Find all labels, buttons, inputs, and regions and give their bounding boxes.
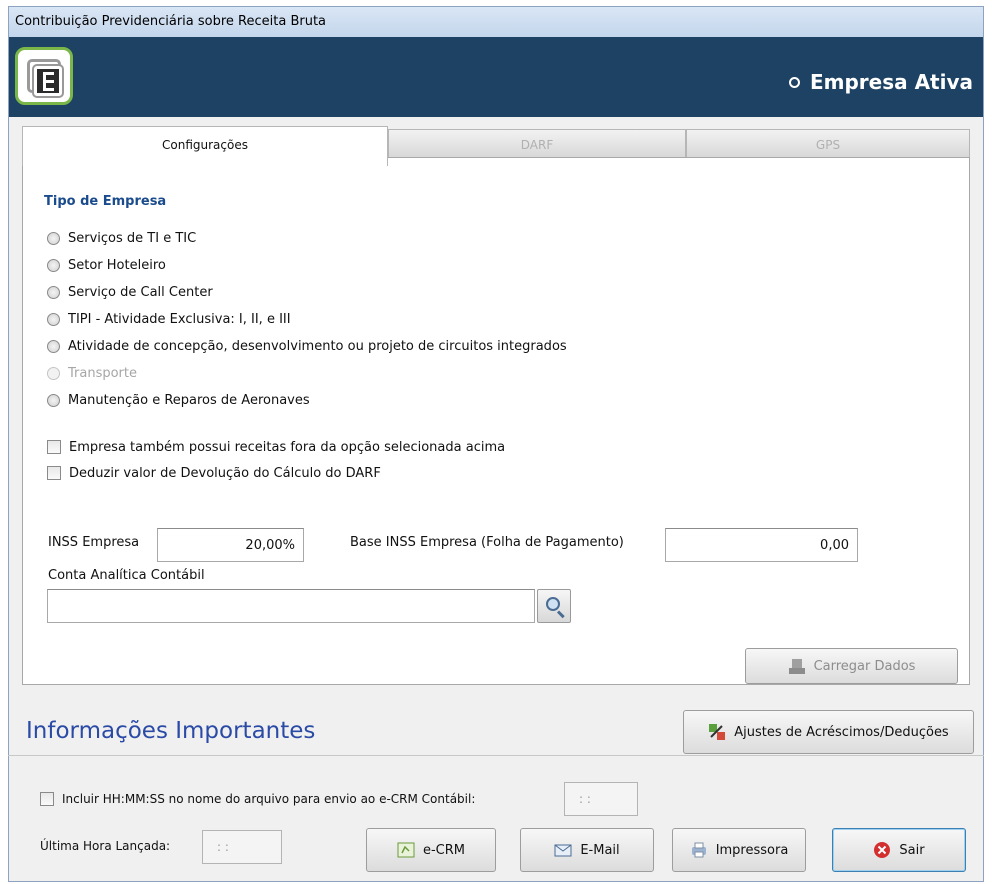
- radio-icon: [47, 339, 60, 353]
- checkbox-box: [47, 440, 61, 454]
- exit-button[interactable]: Sair: [832, 828, 966, 872]
- inss-empresa-input[interactable]: 20,00%: [157, 528, 304, 562]
- radio-aeronaves[interactable]: Manutenção e Reparos de Aeronaves: [47, 390, 310, 410]
- checkbox-outras-receitas[interactable]: Empresa também possui receitas fora da o…: [47, 437, 505, 457]
- radio-label: Setor Hoteleiro: [68, 257, 166, 273]
- printer-button[interactable]: Impressora: [672, 828, 806, 872]
- ecrm-label: e-CRM: [422, 842, 465, 858]
- status-dot-icon: [788, 76, 800, 88]
- radio-icon: [47, 366, 60, 380]
- printer-icon: [690, 841, 708, 859]
- search-button[interactable]: [537, 589, 571, 623]
- radio-label: Serviços de TI e TIC: [68, 230, 197, 246]
- radio-ti-tic[interactable]: Serviços de TI e TIC: [47, 228, 196, 248]
- email-button[interactable]: E-Mail: [520, 828, 654, 872]
- tab-darf[interactable]: DARF: [388, 129, 686, 159]
- inss-empresa-label: INSS Empresa: [48, 535, 140, 550]
- config-panel: Tipo de Empresa Serviços de TI e TIC Set…: [22, 157, 970, 685]
- load-data-button: Carregar Dados: [745, 648, 958, 684]
- last-time-input[interactable]: : :: [202, 830, 282, 864]
- checkbox-label: Incluir HH:MM:SS no nome do arquivo para…: [62, 792, 476, 806]
- app-logo-icon: [15, 47, 73, 105]
- radio-label: Serviço de Call Center: [68, 284, 213, 300]
- title-bar: Contribuição Previdenciária sobre Receit…: [9, 7, 983, 37]
- radio-icon: [47, 231, 60, 245]
- divider: [8, 755, 984, 756]
- adjust-button[interactable]: Ajustes de Acréscimos/Deduções: [683, 710, 974, 754]
- active-company-label: Empresa Ativa: [809, 70, 973, 94]
- base-inss-input[interactable]: 0,00: [665, 528, 858, 562]
- search-icon: [546, 597, 560, 611]
- radio-transporte: Transporte: [47, 363, 137, 383]
- radio-icon: [47, 312, 60, 326]
- ecrm-icon: [397, 841, 415, 859]
- checkbox-deduzir-devolucao[interactable]: Deduzir valor de Devolução do Cálculo do…: [47, 463, 381, 483]
- checkbox-label: Deduzir valor de Devolução do Cálculo do…: [69, 465, 381, 481]
- header-banner: Empresa Ativa: [9, 37, 983, 117]
- ecrm-button[interactable]: e-CRM: [366, 828, 496, 872]
- important-info-title: Informações Importantes: [26, 718, 316, 744]
- adjust-label: Ajustes de Acréscimos/Deduções: [734, 724, 949, 740]
- radio-tipi[interactable]: TIPI - Atividade Exclusiva: I, II, e III: [47, 309, 291, 329]
- radio-icon: [47, 258, 60, 272]
- tab-strip: Configurações DARF GPS: [22, 126, 970, 166]
- load-data-label: Carregar Dados: [813, 658, 916, 674]
- email-icon: [554, 841, 572, 859]
- tab-gps[interactable]: GPS: [686, 129, 970, 159]
- load-data-icon: [788, 657, 806, 675]
- conta-analitica-input[interactable]: [47, 589, 535, 623]
- close-icon: [873, 841, 891, 859]
- conta-analitica-label: Conta Analítica Contábil: [48, 568, 205, 583]
- checkbox-box: [47, 466, 61, 480]
- radio-hoteleiro[interactable]: Setor Hoteleiro: [47, 255, 166, 275]
- section-title: Tipo de Empresa: [44, 194, 167, 209]
- checkbox-box: [40, 792, 54, 806]
- radio-label: Transporte: [68, 365, 137, 381]
- radio-label: Manutenção e Reparos de Aeronaves: [68, 392, 310, 408]
- base-inss-label: Base INSS Empresa (Folha de Pagamento): [350, 535, 624, 550]
- radio-icon: [47, 285, 60, 299]
- radio-call-center[interactable]: Serviço de Call Center: [47, 282, 213, 302]
- email-label: E-Mail: [580, 842, 620, 858]
- window-title: Contribuição Previdenciária sobre Receit…: [15, 14, 327, 29]
- active-company-link[interactable]: Empresa Ativa: [788, 70, 973, 94]
- adjust-icon: [708, 723, 726, 741]
- radio-label: TIPI - Atividade Exclusiva: I, II, e III: [68, 311, 291, 327]
- printer-label: Impressora: [715, 842, 789, 858]
- tab-configuracoes[interactable]: Configurações: [22, 126, 388, 166]
- checkbox-include-time[interactable]: Incluir HH:MM:SS no nome do arquivo para…: [40, 789, 475, 809]
- include-time-input[interactable]: : :: [564, 782, 638, 816]
- radio-circuitos[interactable]: Atividade de concepção, desenvolvimento …: [47, 336, 567, 356]
- checkbox-label: Empresa também possui receitas fora da o…: [69, 439, 506, 455]
- last-time-label: Última Hora Lançada:: [40, 839, 171, 853]
- radio-icon: [47, 393, 60, 407]
- tab-label: DARF: [520, 138, 554, 152]
- tab-label: GPS: [815, 138, 841, 152]
- exit-label: Sair: [899, 842, 925, 858]
- tab-label: Configurações: [162, 138, 248, 152]
- radio-label: Atividade de concepção, desenvolvimento …: [68, 338, 567, 354]
